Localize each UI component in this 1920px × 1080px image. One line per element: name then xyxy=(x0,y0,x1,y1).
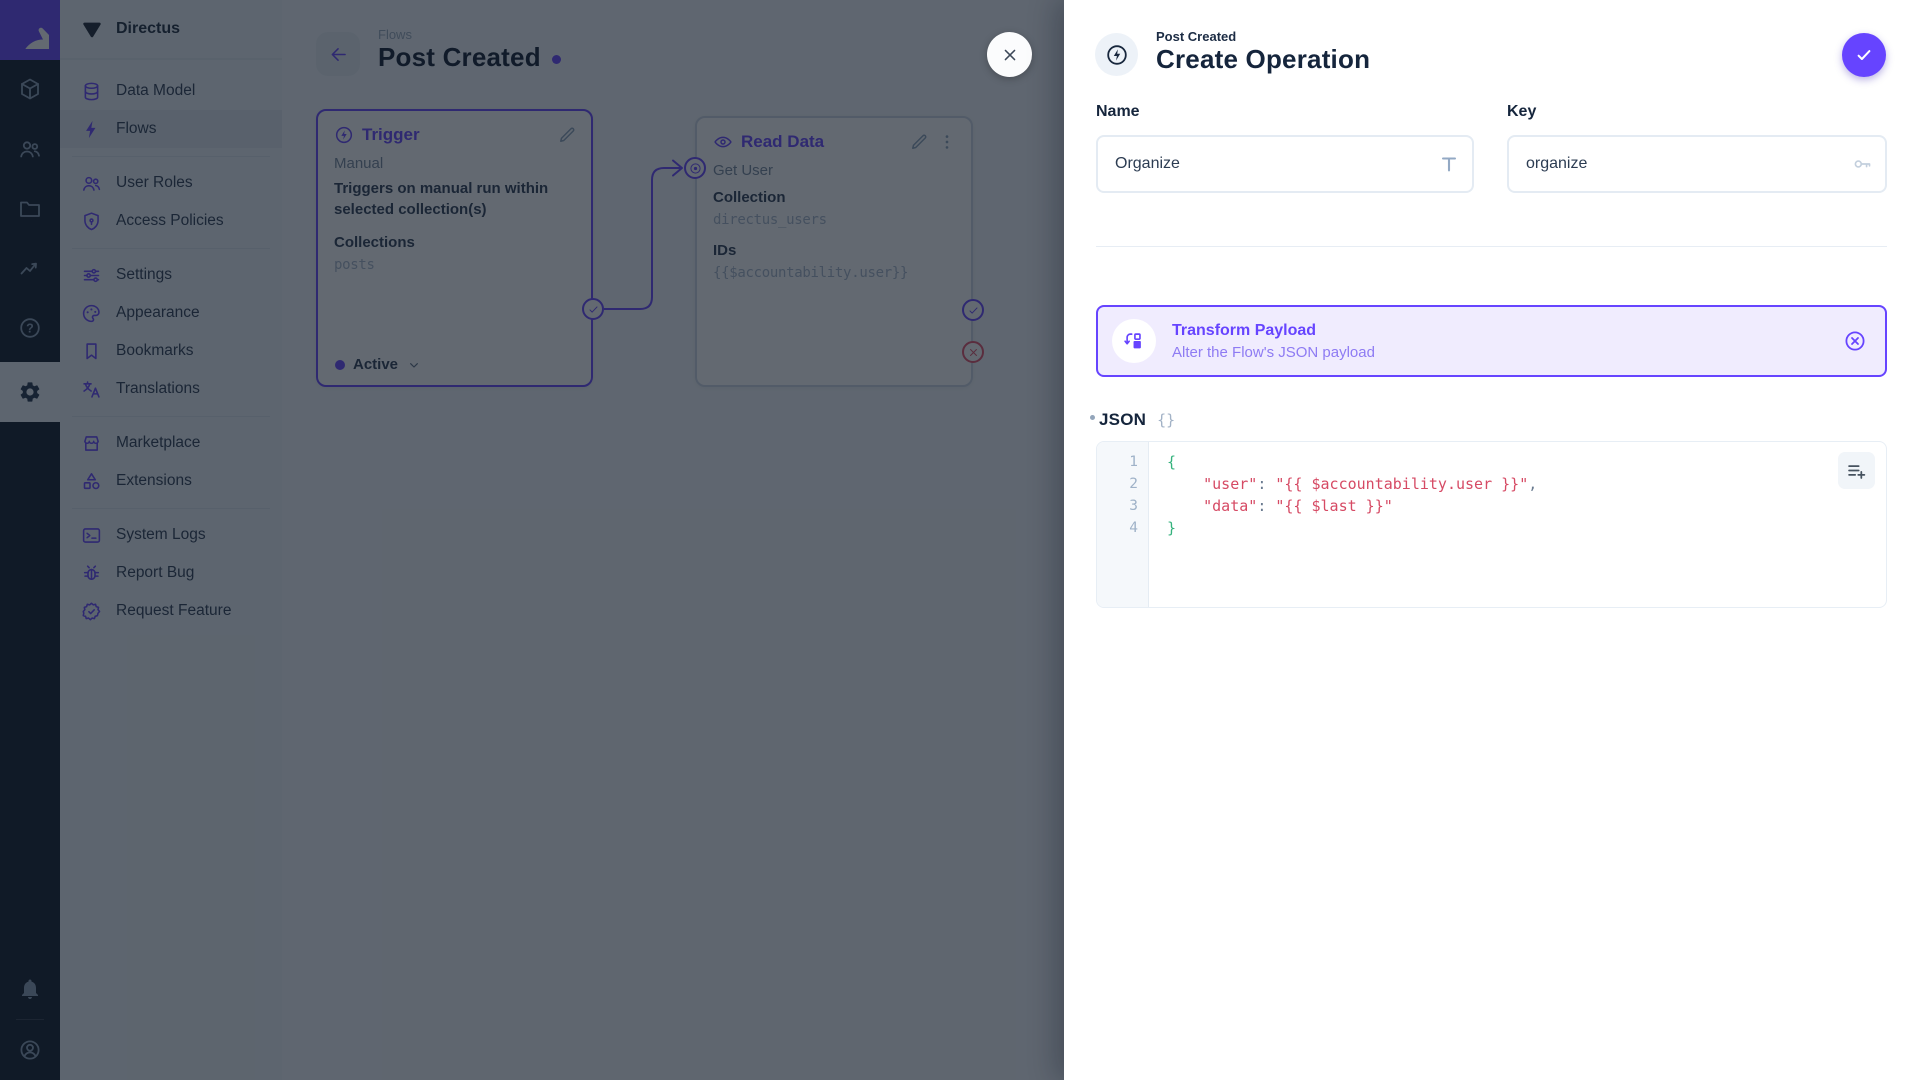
key-field-group: Key xyxy=(1507,103,1887,193)
create-operation-drawer: Post Created Create Operation Name Key xyxy=(1064,0,1920,1080)
code-line: "data": "{{ $last }}" xyxy=(1167,497,1393,515)
drawer-divider xyxy=(1096,246,1887,247)
code-line: { xyxy=(1167,453,1177,471)
line-number: 3 xyxy=(1129,498,1138,514)
drawer-header-icon xyxy=(1095,33,1138,76)
key-icon xyxy=(1851,153,1873,175)
operation-bolt-icon xyxy=(1105,43,1129,67)
drawer-overlay[interactable] xyxy=(0,0,1064,1080)
json-code-editor: 1 2 3 4 { "user": "{{ $accountability.user … xyxy=(1096,441,1887,608)
line-number: 2 xyxy=(1129,476,1138,492)
title-format-icon xyxy=(1438,153,1460,175)
code-line: } xyxy=(1167,519,1177,537)
close-icon xyxy=(1000,45,1020,65)
deselect-operation-icon[interactable] xyxy=(1843,329,1867,353)
drawer-title: Create Operation xyxy=(1156,44,1371,74)
app-root: ? Directus Data ModelFlowsUser RolesAcce… xyxy=(0,0,1920,1080)
key-input[interactable] xyxy=(1507,135,1887,193)
insert-field-button[interactable] xyxy=(1838,452,1875,489)
operation-type-text: Transform Payload Alter the Flow's JSON … xyxy=(1172,322,1827,361)
name-field-group: Name xyxy=(1096,103,1474,193)
save-operation-button[interactable] xyxy=(1842,33,1886,77)
line-number: 1 xyxy=(1129,454,1138,470)
operation-type-title: Transform Payload xyxy=(1172,321,1317,339)
transform-payload-icon-circle xyxy=(1112,319,1156,363)
name-input[interactable] xyxy=(1096,135,1474,193)
operation-type-subtitle: Alter the Flow's JSON payload xyxy=(1172,343,1375,361)
check-icon xyxy=(1854,45,1874,65)
required-dot xyxy=(1090,415,1095,420)
drawer-breadcrumb: Post Created xyxy=(1156,29,1237,44)
json-field-label-row: JSON {} xyxy=(1090,410,1175,430)
curly-braces-icon[interactable]: {} xyxy=(1157,411,1175,429)
transform-icon xyxy=(1123,330,1145,352)
key-field-label: Key xyxy=(1507,103,1537,120)
operation-type-banner[interactable]: Transform Payload Alter the Flow's JSON … xyxy=(1096,305,1887,377)
json-field-label: JSON xyxy=(1099,410,1147,429)
close-drawer-button[interactable] xyxy=(987,32,1032,77)
code-line: "user": "{{ $accountability.user }}", xyxy=(1167,475,1538,493)
line-number: 4 xyxy=(1129,520,1138,536)
playlist-add-icon xyxy=(1846,460,1867,481)
editor-code[interactable]: { "user": "{{ $accountability.user }}", … xyxy=(1149,442,1886,607)
name-field-label: Name xyxy=(1096,103,1140,120)
editor-gutter: 1 2 3 4 xyxy=(1097,442,1149,607)
